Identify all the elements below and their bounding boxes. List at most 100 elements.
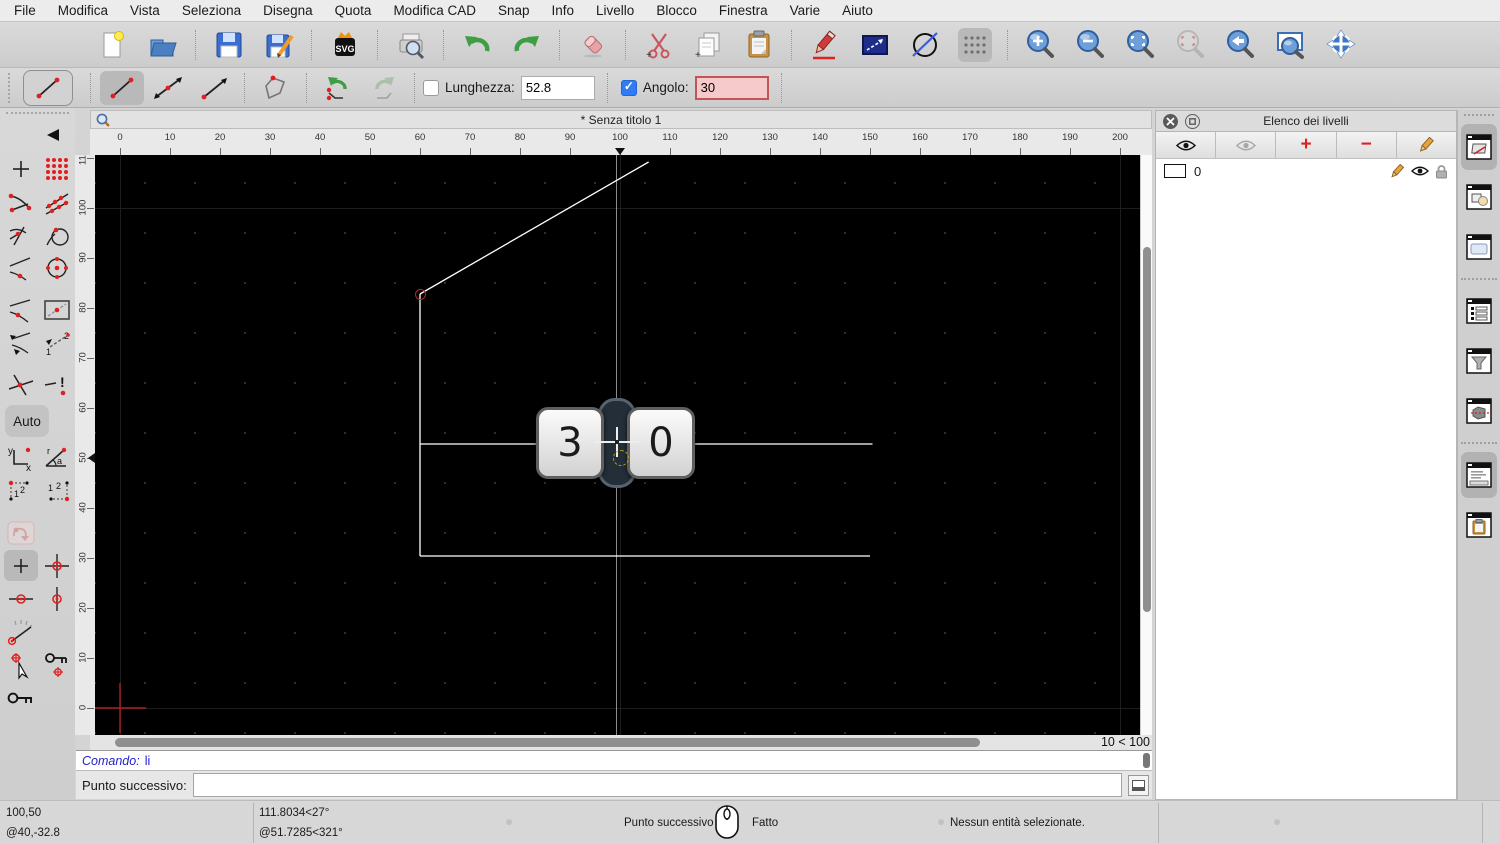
dimension-line-button[interactable]: [858, 28, 892, 62]
length-checkbox[interactable]: [423, 80, 439, 96]
angle-checkbox[interactable]: [621, 80, 637, 96]
add-layer-button[interactable]: +: [1276, 132, 1336, 158]
edit-layer-button[interactable]: [1397, 132, 1456, 158]
history-scrollbar-thumb[interactable]: [1143, 753, 1150, 768]
menu-vista[interactable]: Vista: [130, 3, 160, 18]
dock-command-widget-icon[interactable]: [1461, 452, 1497, 498]
lock-relative-zero-button[interactable]: [40, 649, 74, 680]
print-preview-button[interactable]: [394, 28, 428, 62]
angle-input[interactable]: [695, 76, 769, 100]
undo-button[interactable]: [460, 28, 494, 62]
menu-aiuto[interactable]: Aiuto: [842, 3, 873, 18]
snap-endpoints-button[interactable]: [4, 186, 38, 217]
palette-handle[interactable]: [6, 112, 69, 119]
menu-seleziona[interactable]: Seleziona: [182, 3, 241, 18]
order-points-2-button[interactable]: 12: [40, 475, 74, 506]
menu-disegna[interactable]: Disegna: [263, 3, 313, 18]
layer-visible-eye-icon[interactable]: [1411, 165, 1429, 177]
undo-segment-button[interactable]: [316, 71, 360, 105]
relative-zero-disabled-button[interactable]: [4, 517, 38, 548]
menu-snap[interactable]: Snap: [498, 3, 530, 18]
snap-center-button[interactable]: [40, 252, 74, 283]
paste-button[interactable]: [742, 28, 776, 62]
zoom-window-button[interactable]: [1274, 28, 1308, 62]
zoom-previous-button[interactable]: [1224, 28, 1258, 62]
snap-intersection-button[interactable]: [4, 369, 38, 400]
menu-livello[interactable]: Livello: [596, 3, 634, 18]
open-file-button[interactable]: [146, 28, 180, 62]
dock-library-browser-icon[interactable]: [1461, 224, 1497, 270]
dock-clipboard-icon[interactable]: [1461, 502, 1497, 548]
zoom-auto-button[interactable]: [1124, 28, 1158, 62]
canvas-horizontal-scrollbar[interactable]: 10 < 100: [90, 735, 1152, 750]
layer-row[interactable]: 0: [1156, 159, 1456, 183]
dock-layer-list-icon[interactable]: [1461, 124, 1497, 170]
copy-button[interactable]: +: [692, 28, 726, 62]
restrict-horizontal-button[interactable]: [4, 583, 38, 614]
snap-grid-button[interactable]: [40, 153, 74, 184]
grid-toggle-button[interactable]: [958, 28, 992, 62]
zoom-pan-button[interactable]: [1324, 28, 1358, 62]
layer-edit-pencil-icon[interactable]: [1389, 164, 1405, 179]
coord-cartesian-button[interactable]: yx: [4, 442, 38, 473]
order-points-1-button[interactable]: 12: [4, 475, 38, 506]
menu-file[interactable]: File: [14, 3, 36, 18]
snap-auto-intersection-button[interactable]: [4, 294, 38, 325]
line-arrow-button[interactable]: [192, 71, 236, 105]
restrict-vertical-button[interactable]: [40, 583, 74, 614]
command-input[interactable]: [193, 773, 1122, 797]
keyboard-toggle-button[interactable]: [1128, 775, 1149, 796]
snap-dist-ordered-button[interactable]: 12: [40, 327, 74, 358]
snap-restrict-rect-button[interactable]: [40, 294, 74, 325]
zoom-out-button[interactable]: [1074, 28, 1108, 62]
palette-back-button[interactable]: [3, 122, 71, 148]
snap-free-button[interactable]: [4, 153, 38, 184]
set-relative-zero-button[interactable]: [4, 649, 38, 680]
hide-all-layers-button[interactable]: [1216, 132, 1276, 158]
menu-modifica-cad[interactable]: Modifica CAD: [393, 3, 476, 18]
snap-dist-manual-button[interactable]: [4, 327, 38, 358]
menu-quota[interactable]: Quota: [335, 3, 372, 18]
dock-handle[interactable]: [1464, 114, 1494, 116]
coord-polar-button[interactable]: ra: [40, 442, 74, 473]
panel-close-icon[interactable]: [1163, 114, 1178, 129]
snap-perpendicular-button[interactable]: [4, 219, 38, 250]
export-svg-button[interactable]: SVG: [328, 28, 362, 62]
dock-filter-icon[interactable]: [1461, 338, 1497, 384]
dock-wall-tool-icon[interactable]: [1461, 388, 1497, 434]
restrict-nothing-button[interactable]: [4, 550, 38, 581]
angle-gauge-button[interactable]: [4, 616, 38, 647]
dock-entity-list-icon[interactable]: [1461, 288, 1497, 334]
dock-block-list-icon[interactable]: [1461, 174, 1497, 220]
scrollbar-thumb[interactable]: [1143, 247, 1151, 612]
redo-button[interactable]: [510, 28, 544, 62]
remove-layer-button[interactable]: −: [1337, 132, 1397, 158]
zoom-in-button[interactable]: [1024, 28, 1058, 62]
panel-undock-icon[interactable]: [1185, 114, 1200, 129]
line-segment-button[interactable]: [100, 71, 144, 105]
drawing-canvas[interactable]: 3 0: [95, 155, 1140, 735]
menu-modifica[interactable]: Modifica: [58, 3, 108, 18]
snap-intersection-manual-button[interactable]: !: [40, 369, 74, 400]
scrollbar-thumb[interactable]: [115, 738, 980, 747]
canvas-vertical-scrollbar[interactable]: [1140, 155, 1152, 735]
construction-circle-button[interactable]: [908, 28, 942, 62]
menu-varie[interactable]: Varie: [790, 3, 821, 18]
lock-zero-button[interactable]: [4, 682, 38, 713]
save-button[interactable]: [212, 28, 246, 62]
snap-auto-button[interactable]: Auto: [5, 405, 49, 437]
toolbar-handle[interactable]: [8, 73, 13, 103]
snap-on-entity-button[interactable]: [40, 186, 74, 217]
show-all-layers-button[interactable]: [1156, 132, 1216, 158]
layer-color-swatch[interactable]: [1164, 164, 1186, 178]
cut-button[interactable]: +: [642, 28, 676, 62]
delete-eraser-button[interactable]: [576, 28, 610, 62]
snap-middle-button[interactable]: [4, 252, 38, 283]
save-as-button[interactable]: [262, 28, 296, 62]
edit-pen-button[interactable]: [808, 28, 842, 62]
command-history[interactable]: Comando: li: [76, 750, 1152, 771]
zoom-selection-button[interactable]: [1174, 28, 1208, 62]
redo-segment-button[interactable]: [362, 71, 406, 105]
snap-distance-point-button[interactable]: [40, 219, 74, 250]
polyline-button[interactable]: [254, 71, 298, 105]
